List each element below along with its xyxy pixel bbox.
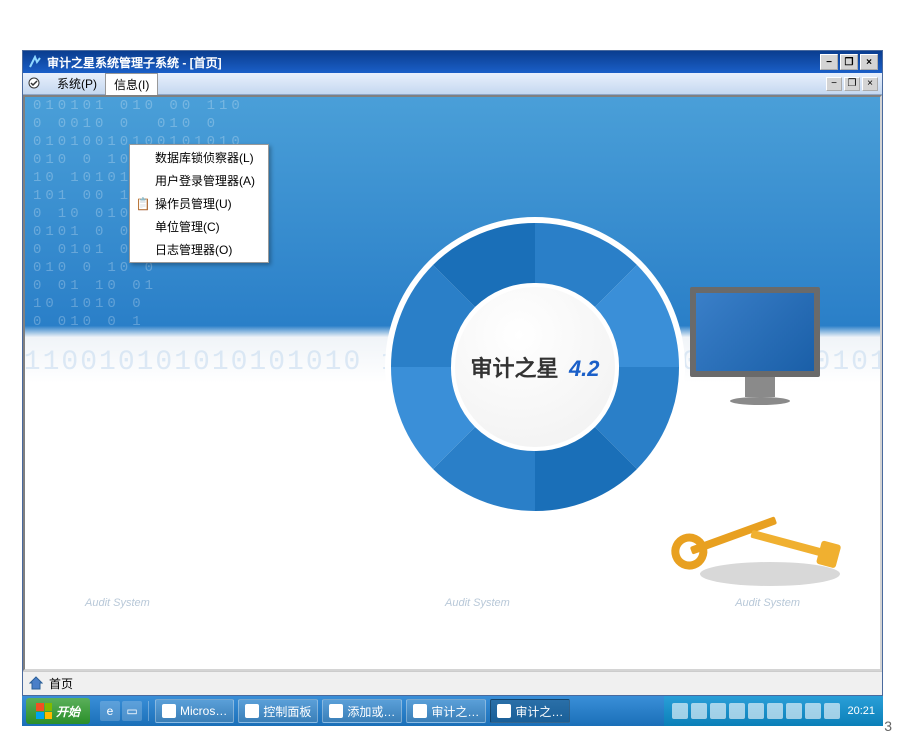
window-controls-inner: − ❐ ×	[826, 77, 878, 91]
start-label: 开始	[56, 703, 80, 720]
task-button-control-panel[interactable]: 控制面板	[238, 699, 318, 723]
menu-item-user-login-manager[interactable]: 用户登录管理器(A)	[131, 169, 267, 192]
watermark-mid: Audit System	[445, 597, 510, 609]
tray-icon[interactable]	[805, 703, 821, 719]
status-home-icon	[29, 676, 45, 692]
monitor-graphic	[690, 287, 830, 407]
menu-item-label: 操作员管理(U)	[155, 195, 232, 212]
tools-graphic	[650, 514, 850, 599]
quick-launch: e ▭	[94, 701, 149, 721]
tray-icon[interactable]	[748, 703, 764, 719]
task-label: Micros…	[180, 704, 227, 718]
start-button[interactable]: 开始	[26, 698, 90, 724]
tray-icon[interactable]	[672, 703, 688, 719]
quick-launch-ie-icon[interactable]: e	[100, 701, 120, 721]
menu-item-unit-management[interactable]: 单位管理(C)	[131, 215, 267, 238]
menubar: 系统(P) 信息(I) − ❐ ×	[23, 73, 882, 95]
menu-item-log-manager[interactable]: 日志管理器(O)	[131, 238, 267, 261]
product-version: 4.2	[569, 356, 600, 381]
tray-icon[interactable]	[729, 703, 745, 719]
statusbar: 首页	[23, 671, 882, 695]
task-label: 审计之…	[515, 703, 563, 720]
clock[interactable]: 20:21	[847, 705, 875, 717]
product-name: 审计之星	[470, 356, 558, 381]
mdi-minimize-button[interactable]: −	[826, 77, 842, 91]
info-dropdown-menu: 数据库锁侦察器(L) 用户登录管理器(A) 📋 操作员管理(U) 单位管理(C)…	[129, 144, 269, 263]
blank-icon	[135, 219, 151, 235]
blank-icon	[135, 242, 151, 258]
menu-item-db-lock-detector[interactable]: 数据库锁侦察器(L)	[131, 146, 267, 169]
quick-launch-desktop-icon[interactable]: ▭	[122, 701, 142, 721]
task-button-add-remove[interactable]: 添加或…	[322, 699, 402, 723]
window-controls-outer: − ❐ ×	[820, 54, 878, 70]
watermark-left: Audit System	[85, 597, 150, 609]
task-button-audit-1[interactable]: 审计之…	[406, 699, 486, 723]
app-icon	[245, 704, 259, 718]
task-button-audit-2[interactable]: 审计之…	[490, 699, 570, 723]
menu-system[interactable]: 系统(P)	[49, 73, 105, 94]
blank-icon	[135, 173, 151, 189]
tray-icon[interactable]	[710, 703, 726, 719]
window-title: 审计之星系统管理子系统 - [首页]	[47, 54, 820, 71]
tray-icon[interactable]	[691, 703, 707, 719]
windows-logo-icon	[36, 703, 52, 719]
titlebar[interactable]: 审计之星系统管理子系统 - [首页] − ❐ ×	[23, 51, 882, 73]
mdi-restore-button[interactable]: ❐	[844, 77, 860, 91]
menu-item-label: 日志管理器(O)	[155, 241, 232, 258]
close-button[interactable]: ×	[860, 54, 878, 70]
blank-icon	[135, 150, 151, 166]
task-button-micros[interactable]: Micros…	[155, 699, 234, 723]
app-icon	[413, 704, 427, 718]
tray-icon[interactable]	[786, 703, 802, 719]
menu-item-label: 数据库锁侦察器(L)	[155, 149, 254, 166]
system-tray: 20:21	[664, 696, 883, 726]
app-icon	[27, 54, 43, 70]
tray-icon[interactable]	[824, 703, 840, 719]
menu-item-label: 用户登录管理器(A)	[155, 172, 255, 189]
app-icon	[497, 704, 511, 718]
mdi-close-button[interactable]: ×	[862, 77, 878, 91]
menubar-app-icon	[27, 76, 43, 92]
task-label: 添加或…	[347, 703, 395, 720]
taskbar: 开始 e ▭ Micros… 控制面板 添加或… 审计之… 审计之… 20:21	[22, 696, 883, 726]
product-wheel: 审计之星 4.2	[385, 217, 685, 517]
tray-icon[interactable]	[767, 703, 783, 719]
app-icon	[162, 704, 176, 718]
menu-info[interactable]: 信息(I)	[105, 73, 158, 95]
status-label: 首页	[49, 675, 73, 692]
wheel-center: 审计之星 4.2	[455, 287, 615, 447]
menu-item-operator-management[interactable]: 📋 操作员管理(U)	[131, 192, 267, 215]
task-label: 控制面板	[263, 703, 311, 720]
watermark-right: Audit System	[735, 597, 800, 609]
menu-item-label: 单位管理(C)	[155, 218, 220, 235]
operator-icon: 📋	[135, 196, 151, 212]
task-label: 审计之…	[431, 703, 479, 720]
restore-button[interactable]: ❐	[840, 54, 858, 70]
minimize-button[interactable]: −	[820, 54, 838, 70]
app-icon	[329, 704, 343, 718]
page-number: 3	[884, 718, 892, 734]
